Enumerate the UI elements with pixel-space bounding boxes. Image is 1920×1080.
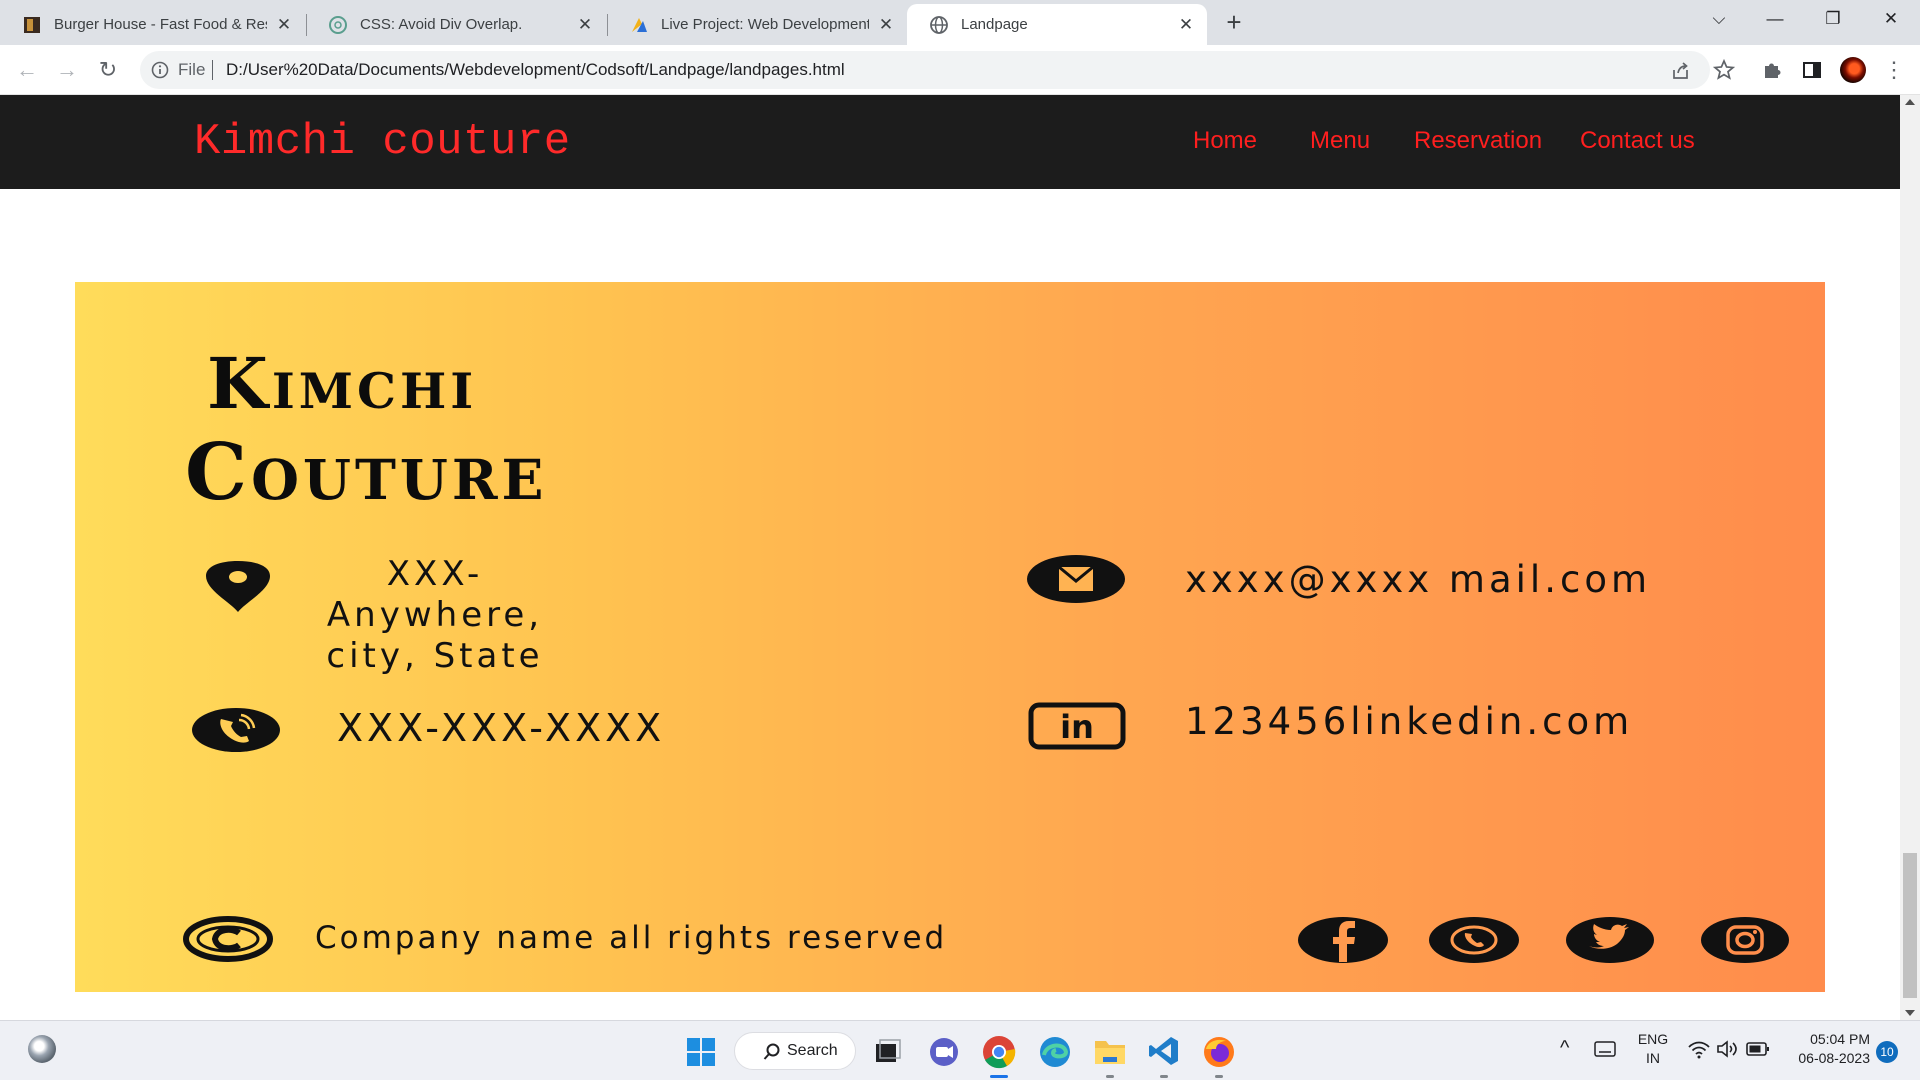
nav-home[interactable]: Home bbox=[1193, 127, 1257, 155]
region-label: IN bbox=[1646, 1050, 1660, 1066]
scroll-up-arrow-icon[interactable] bbox=[1905, 99, 1915, 105]
back-arrow-icon[interactable]: ← bbox=[13, 56, 41, 84]
page-scrollbar[interactable] bbox=[1900, 95, 1920, 1020]
browser-toolbar: ← → ↻ File D:/User%20Data/Documents/Webd… bbox=[0, 45, 1920, 95]
copyright-text: Company name all rights reserved bbox=[315, 920, 948, 956]
taskbar-search[interactable]: Search bbox=[734, 1032, 856, 1070]
firefox-icon[interactable] bbox=[1202, 1035, 1236, 1069]
address-bar[interactable]: File D:/User%20Data/Documents/Webdevelop… bbox=[140, 51, 1710, 89]
address-text: XXX- Anywhere, city, State bbox=[285, 554, 585, 677]
address-line: Anywhere, bbox=[326, 595, 544, 635]
clock-date: 06-08-2023 bbox=[1798, 1050, 1870, 1066]
page-viewport: Kimchi couture Home Menu Reservation Con… bbox=[0, 95, 1900, 1020]
explorer-indicator bbox=[1106, 1075, 1114, 1078]
email-icon bbox=[1027, 555, 1125, 603]
search-label: Search bbox=[787, 1042, 838, 1059]
tab-strip: Burger House - Fast Food & Rest ✕ CSS: A… bbox=[0, 0, 1920, 45]
tab-landpage[interactable]: Landpage ✕ bbox=[907, 4, 1207, 45]
tab-css-avoid-div-overlap[interactable]: CSS: Avoid Div Overlap. ✕ bbox=[306, 4, 606, 45]
email-text: xxxx@xxxx mail.com bbox=[1185, 558, 1651, 601]
tab-title: Landpage bbox=[961, 16, 1028, 33]
notification-badge[interactable]: 10 bbox=[1876, 1041, 1898, 1063]
globe-icon bbox=[930, 15, 948, 34]
windows-start-icon[interactable] bbox=[686, 1037, 716, 1067]
reload-icon[interactable]: ↻ bbox=[94, 56, 122, 84]
wifi-icon[interactable] bbox=[1688, 1039, 1710, 1059]
scroll-down-arrow-icon[interactable] bbox=[1905, 1010, 1915, 1016]
weather-widget-icon[interactable] bbox=[28, 1035, 56, 1063]
tab-title: CSS: Avoid Div Overlap. bbox=[360, 16, 523, 33]
tab-live-project[interactable]: Live Project: Web Development - ✕ bbox=[607, 4, 907, 45]
minimize-button[interactable]: — bbox=[1752, 0, 1798, 40]
nav-reservation[interactable]: Reservation bbox=[1414, 127, 1542, 155]
copyright-icon bbox=[183, 916, 273, 962]
file-explorer-icon[interactable] bbox=[1093, 1037, 1127, 1067]
nav-contact-us[interactable]: Contact us bbox=[1580, 127, 1695, 155]
more-menu-icon[interactable]: ⋮ bbox=[1880, 56, 1908, 84]
site-brand[interactable]: Kimchi couture bbox=[194, 117, 571, 167]
phone-text: XXX-XXX-XXXX bbox=[337, 706, 666, 750]
linkedin-text: 123456linkedin.com bbox=[1185, 700, 1634, 743]
extensions-puzzle-icon[interactable] bbox=[1760, 58, 1784, 82]
forward-arrow-icon[interactable]: → bbox=[53, 56, 81, 84]
profile-avatar[interactable] bbox=[1840, 57, 1866, 83]
scheme-label: File bbox=[178, 60, 206, 79]
nav-menu[interactable]: Menu bbox=[1310, 127, 1370, 155]
close-icon[interactable]: ✕ bbox=[275, 15, 293, 34]
show-hidden-icons-chevron[interactable]: ^ bbox=[1560, 1037, 1569, 1060]
linkedin-icon: in bbox=[1028, 702, 1126, 750]
chrome-icon[interactable] bbox=[982, 1035, 1016, 1069]
chrome-active-indicator bbox=[990, 1075, 1008, 1078]
tab-burger-house[interactable]: Burger House - Fast Food & Rest ✕ bbox=[0, 4, 305, 45]
restore-button[interactable]: ❐ bbox=[1810, 0, 1856, 40]
scroll-thumb[interactable] bbox=[1903, 853, 1917, 998]
tab-title: Live Project: Web Development - bbox=[661, 16, 869, 33]
edge-icon[interactable] bbox=[1038, 1035, 1072, 1069]
side-panel-icon[interactable] bbox=[1800, 58, 1824, 82]
firefox-indicator bbox=[1215, 1075, 1223, 1078]
tab-title: Burger House - Fast Food & Rest bbox=[54, 16, 267, 33]
clock[interactable]: 05:04 PM 06-08-2023 bbox=[1778, 1030, 1870, 1068]
address-line: XXX- bbox=[386, 554, 484, 594]
language-indicator[interactable]: ENG IN bbox=[1636, 1030, 1670, 1068]
location-pin-icon bbox=[206, 561, 270, 612]
address-line: city, State bbox=[326, 636, 544, 676]
volume-icon[interactable] bbox=[1716, 1039, 1738, 1059]
close-icon[interactable]: ✕ bbox=[1177, 15, 1195, 34]
svg-text:in: in bbox=[1060, 708, 1094, 746]
clock-time: 05:04 PM bbox=[1810, 1031, 1870, 1047]
keyboard-icon[interactable] bbox=[1594, 1041, 1616, 1057]
card-title-line1: Kimchi bbox=[207, 342, 478, 425]
share-icon[interactable] bbox=[1670, 60, 1692, 82]
instagram-icon[interactable] bbox=[1700, 916, 1790, 964]
close-icon[interactable]: ✕ bbox=[576, 15, 594, 34]
teams-chat-icon[interactable] bbox=[928, 1036, 960, 1068]
close-window-button[interactable]: ✕ bbox=[1868, 0, 1914, 40]
vscode-indicator bbox=[1160, 1075, 1168, 1078]
business-card: Kimchi Couture XXX- Anywhere, city, Stat… bbox=[75, 282, 1825, 992]
twitter-icon[interactable] bbox=[1565, 916, 1655, 964]
phone-icon bbox=[192, 708, 280, 752]
search-icon bbox=[763, 1043, 780, 1060]
whatsapp-icon[interactable] bbox=[1428, 916, 1520, 964]
url-text[interactable]: D:/User%20Data/Documents/Webdevelopment/… bbox=[226, 60, 845, 80]
language-label: ENG bbox=[1637, 1031, 1669, 1047]
battery-icon[interactable] bbox=[1746, 1041, 1770, 1057]
task-view-icon[interactable] bbox=[874, 1038, 902, 1066]
project-icon bbox=[632, 17, 647, 32]
divider bbox=[212, 60, 213, 80]
close-icon[interactable]: ✕ bbox=[877, 15, 895, 34]
vscode-icon[interactable] bbox=[1148, 1035, 1180, 1067]
new-tab-button[interactable]: + bbox=[1220, 9, 1248, 37]
taskbar: Search ^ ENG IN 05:04 PM 06-08-2023 10 bbox=[0, 1020, 1920, 1080]
site-navbar: Kimchi couture Home Menu Reservation Con… bbox=[0, 95, 1900, 189]
chatgpt-icon bbox=[329, 15, 347, 34]
bookmark-star-icon[interactable] bbox=[1712, 58, 1736, 82]
info-icon[interactable] bbox=[150, 60, 170, 80]
tab-search-chevron-icon[interactable]: ⌵ bbox=[1696, 0, 1742, 40]
card-title-line2: Couture bbox=[185, 427, 548, 518]
facebook-icon[interactable] bbox=[1297, 916, 1389, 964]
burger-favicon-icon bbox=[24, 16, 40, 33]
